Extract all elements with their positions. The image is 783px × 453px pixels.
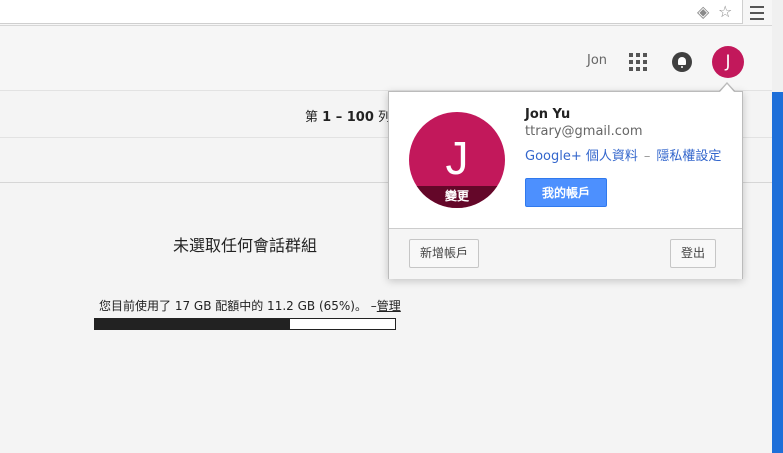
popup-arrow-inner [719,84,735,93]
apps-grid-icon[interactable] [629,53,647,71]
link-separator: – [643,149,651,164]
account-name: Jon Yu [525,107,571,122]
storage-progress-bar [94,318,396,330]
pager-text: 第 1 – 100 列 [305,110,392,125]
account-popup: J 變更 Jon Yu ttrary@gmail.com Google+ 個人資… [388,91,743,279]
profile-photo[interactable]: J 變更 [409,112,505,208]
storage-usage-text: 您目前使用了 17 GB 配額中的 11.2 GB (65%)。 –管理 [99,299,401,313]
account-email: ttrary@gmail.com [525,124,643,139]
add-account-button[interactable]: 新增帳戶 [409,239,480,268]
app-header: Jon J [0,26,772,91]
account-links: Google+ 個人資料 – 隱私權設定 [525,145,721,164]
notifications-bell-icon[interactable] [672,52,692,72]
bookmark-star-icon[interactable]: ☆ [718,3,732,21]
browser-menu-icon[interactable] [750,2,764,22]
google-plus-profile-link[interactable]: Google+ 個人資料 [525,149,638,164]
my-account-button[interactable]: 我的帳戶 [525,178,607,207]
change-photo-button[interactable]: 變更 [409,186,505,208]
extension-icon[interactable]: ◈ [697,3,709,21]
address-bar[interactable] [0,0,743,24]
empty-conversation-message: 未選取任何會話群組 [173,236,318,255]
privacy-settings-link[interactable]: 隱私權設定 [656,149,721,164]
storage-progress-fill [95,319,290,329]
manage-storage-link[interactable]: 管理 [377,299,401,313]
popup-footer: 新增帳戶 登出 [389,228,742,279]
header-user-name[interactable]: Jon [587,53,607,68]
account-avatar-button[interactable]: J [712,46,744,78]
browser-toolbar: ◈ ☆ [0,0,772,26]
sign-out-button[interactable]: 登出 [670,239,717,268]
desktop-edge [772,0,783,453]
